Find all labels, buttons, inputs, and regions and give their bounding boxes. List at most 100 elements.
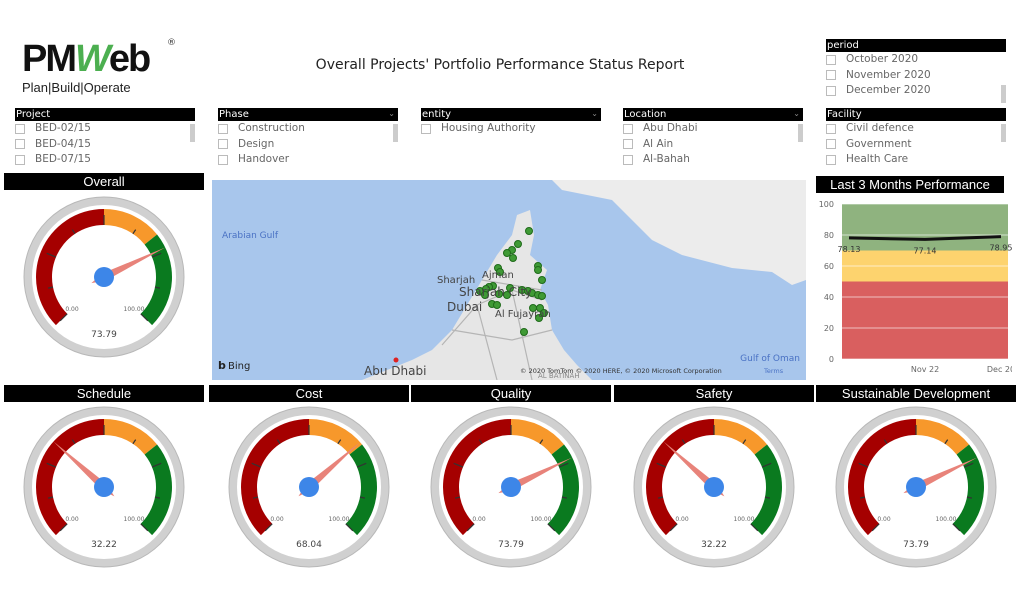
project-location-marker[interactable] <box>525 227 533 235</box>
checkbox[interactable] <box>15 139 25 150</box>
slicer-period-item[interactable]: October 2020 <box>826 52 1006 68</box>
map-terms-link[interactable]: Terms <box>763 367 784 375</box>
checkbox[interactable] <box>623 139 633 150</box>
slicer-facility-item[interactable]: Civil defence <box>826 121 1006 137</box>
chart-band <box>842 281 1008 359</box>
project-location-marker[interactable] <box>534 266 542 274</box>
projects-map[interactable]: Arabian Gulf Sharjah Ajman Sharjah City … <box>212 180 806 380</box>
gauge-max-label: 100.00 <box>734 516 755 523</box>
bing-label: Bing <box>228 361 250 372</box>
chevron-down-icon[interactable]: ⌄ <box>591 107 598 120</box>
map-attribution: © 2020 TomTom © 2020 HERE, © 2020 Micros… <box>520 367 722 375</box>
y-tick-label: 20 <box>824 324 834 333</box>
data-label: 77.14 <box>914 246 937 255</box>
slicer-project-item[interactable]: BED-04/15 <box>15 137 195 153</box>
slicer-period-item[interactable]: November 2020 <box>826 68 1006 84</box>
cost-gauge: 0.00 100.00 68.04 <box>228 406 390 568</box>
project-location-marker[interactable] <box>514 240 522 248</box>
checkbox[interactable] <box>826 70 836 81</box>
gauge-hub <box>94 477 114 497</box>
checkbox[interactable] <box>421 123 431 134</box>
checkbox[interactable] <box>826 54 836 65</box>
project-location-marker[interactable] <box>538 292 546 300</box>
project-location-marker[interactable] <box>520 328 528 336</box>
gauge-value: 73.79 <box>498 540 524 550</box>
slicer-location-header[interactable]: Location ⌄ <box>623 108 803 121</box>
slicer-facility-item[interactable]: Health Care <box>826 152 1006 168</box>
checkbox[interactable] <box>15 154 25 165</box>
slicer-phase-item[interactable]: Design <box>218 137 398 153</box>
slicer-phase-item[interactable]: Construction <box>218 121 398 137</box>
project-location-marker[interactable] <box>493 301 501 309</box>
slicer-project-item[interactable]: BED-07/15 <box>15 152 195 168</box>
performance-chart: 0 20 40 60 80 100 78.13 77.14 Nov 22 78.95 Dec 20 <box>819 200 1012 374</box>
checkbox[interactable] <box>826 85 836 96</box>
slicer-location-item[interactable]: Al Ain <box>623 137 803 153</box>
quality-title: Quality <box>411 385 611 402</box>
project-location-marker[interactable] <box>509 254 517 262</box>
gauge-min-label: 0.00 <box>877 516 891 523</box>
slicer-scrollbar[interactable] <box>190 124 195 142</box>
sustainable-development-title: Sustainable Development <box>816 385 1016 402</box>
slicer-location-item[interactable]: Abu Dhabi <box>623 121 803 137</box>
slicer-entity: entity ⌄ Housing Authority <box>421 108 601 137</box>
chart-band <box>842 204 1008 251</box>
chevron-down-icon[interactable]: ⌄ <box>388 107 395 120</box>
slicer-phase-header[interactable]: Phase ⌄ <box>218 108 398 121</box>
schedule-title: Schedule <box>4 385 204 402</box>
slicer-scrollbar[interactable] <box>393 124 398 142</box>
checkbox[interactable] <box>218 139 228 150</box>
gauge-min-label: 0.00 <box>65 306 79 313</box>
slicer-facility: Facility Civil defence Government Health Ca… <box>826 108 1006 168</box>
sustainable-development-gauge: 0.00 100.00 73.79 <box>835 406 997 568</box>
checkbox[interactable] <box>15 123 25 134</box>
slicer-scrollbar[interactable] <box>1001 85 1006 103</box>
checkbox[interactable] <box>218 123 228 134</box>
overall-title: Overall <box>4 173 204 190</box>
slicer-project: Project BED-02/15 BED-04/15 BED-07/15 <box>15 108 195 168</box>
slicer-facility-item[interactable]: Government <box>826 137 1006 153</box>
checkbox[interactable] <box>623 154 633 165</box>
slicer-location-item[interactable]: Al-Bahah <box>623 152 803 168</box>
project-location-marker[interactable] <box>503 249 511 257</box>
checkbox[interactable] <box>826 154 836 165</box>
gauge-value: 68.04 <box>296 540 322 550</box>
schedule-gauge: 0.00 100.00 32.22 <box>23 406 185 568</box>
slicer-phase-item[interactable]: Handover <box>218 152 398 168</box>
gauge-max-label: 100.00 <box>124 306 145 313</box>
slicer-period-header[interactable]: period <box>826 39 1006 52</box>
map-label-abu-dhabi: Abu Dhabi <box>364 364 426 378</box>
gauge-value: 73.79 <box>903 540 929 550</box>
gauge-hub <box>704 477 724 497</box>
project-location-marker[interactable] <box>538 276 546 284</box>
quality-gauge: 0.00 100.00 73.79 <box>430 406 592 568</box>
y-tick-label: 100 <box>819 200 834 209</box>
gauge-max-label: 100.00 <box>329 516 350 523</box>
checkbox[interactable] <box>826 123 836 134</box>
chart-title: Last 3 Months Performance <box>816 176 1004 193</box>
chevron-down-icon[interactable]: ⌄ <box>793 107 800 120</box>
logo-tagline: Plan|Build|Operate <box>22 80 131 95</box>
data-label: 78.95 <box>990 244 1012 253</box>
slicer-period-item[interactable]: December 2020 <box>826 83 1006 99</box>
checkbox[interactable] <box>623 123 633 134</box>
map-label-oman: Gulf of Oman <box>740 354 800 364</box>
gauge-max-label: 100.00 <box>124 516 145 523</box>
slicer-facility-header[interactable]: Facility <box>826 108 1006 121</box>
x-tick-label: Dec 20 <box>987 365 1012 374</box>
slicer-entity-item[interactable]: Housing Authority <box>421 121 601 137</box>
map-label-fujairah: Al Fujayrah <box>495 309 551 320</box>
slicer-project-header[interactable]: Project <box>15 108 195 121</box>
gauge-min-label: 0.00 <box>270 516 284 523</box>
slicer-scrollbar[interactable] <box>1001 124 1006 142</box>
gauge-min-label: 0.00 <box>65 516 79 523</box>
pmweb-logo: PMWeb ® Plan|Build|Operate <box>22 38 182 100</box>
cost-title: Cost <box>209 385 409 402</box>
gauge-value: 73.79 <box>91 330 117 340</box>
slicer-project-item[interactable]: BED-02/15 <box>15 121 195 137</box>
checkbox[interactable] <box>826 139 836 150</box>
checkbox[interactable] <box>218 154 228 165</box>
slicer-entity-header[interactable]: entity ⌄ <box>421 108 601 121</box>
slicer-scrollbar[interactable] <box>798 124 803 142</box>
y-tick-label: 0 <box>829 355 834 364</box>
